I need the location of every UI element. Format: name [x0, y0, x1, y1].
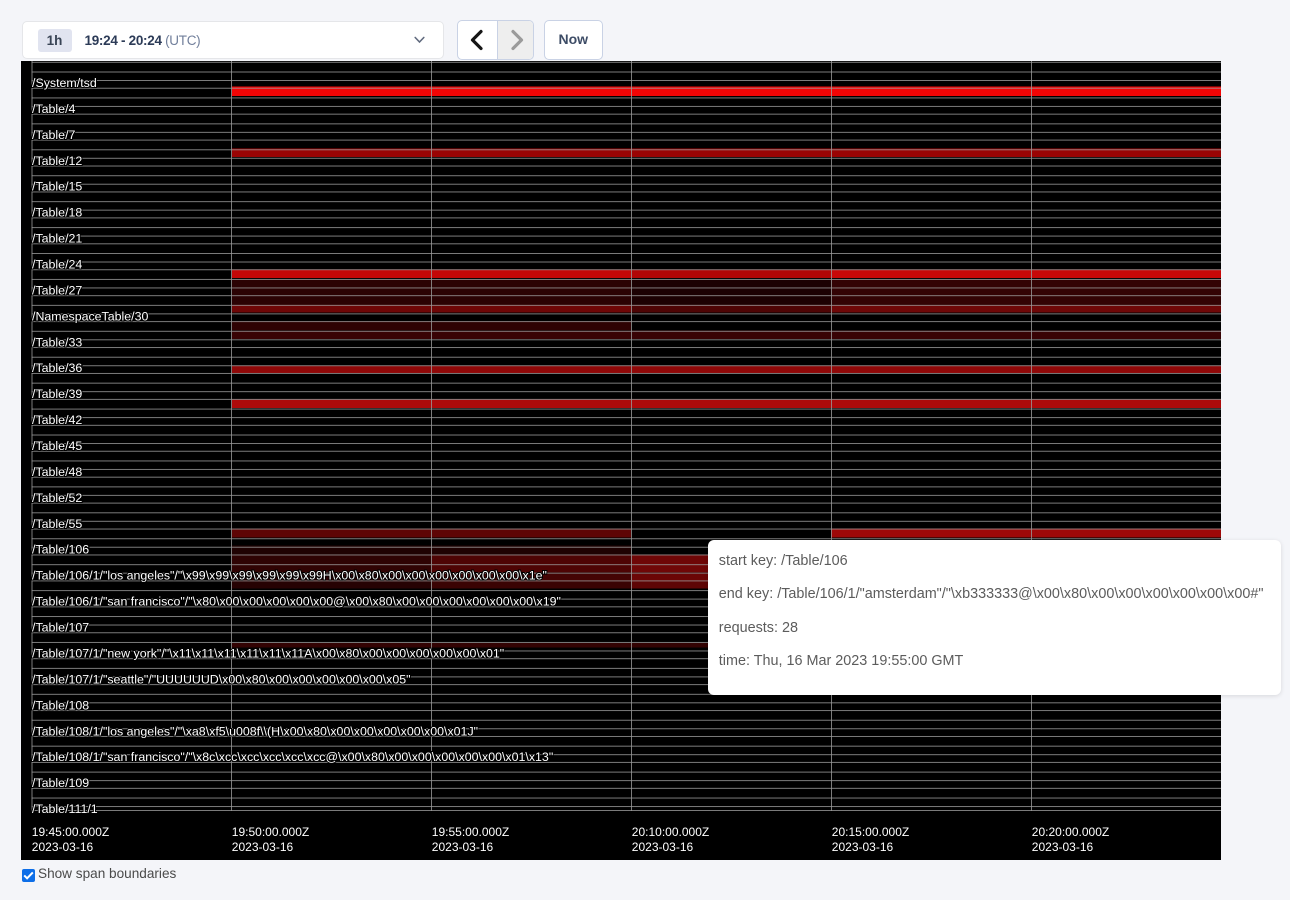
svg-text:/Table/39: /Table/39	[32, 387, 82, 401]
svg-text:2023-03-16: 2023-03-16	[232, 840, 294, 854]
svg-text:/System/tsd: /System/tsd	[32, 76, 97, 90]
svg-text:/Table/18: /Table/18	[32, 206, 82, 220]
svg-text:2023-03-16: 2023-03-16	[1032, 840, 1094, 854]
svg-text:20:15:00.000Z: 20:15:00.000Z	[832, 825, 909, 839]
svg-text:/Table/52: /Table/52	[32, 491, 82, 505]
svg-text:/Table/111/1: /Table/111/1	[32, 802, 98, 816]
svg-text:/Table/4: /Table/4	[32, 102, 76, 116]
svg-text:/Table/36: /Table/36	[32, 361, 82, 375]
svg-text:19:50:00.000Z: 19:50:00.000Z	[232, 825, 309, 839]
svg-text:/Table/107: /Table/107	[32, 621, 89, 635]
svg-text:/Table/107/1/"new york"/"\x11\: /Table/107/1/"new york"/"\x11\x11\x11\x1…	[32, 646, 504, 660]
svg-text:/Table/7: /Table/7	[32, 128, 76, 142]
svg-text:/Table/24: /Table/24	[32, 258, 82, 272]
svg-text:/Table/48: /Table/48	[32, 465, 82, 479]
svg-text:2023-03-16: 2023-03-16	[832, 840, 894, 854]
svg-text:/Table/21: /Table/21	[32, 232, 82, 246]
svg-text:20:10:00.000Z: 20:10:00.000Z	[632, 825, 709, 839]
svg-text:/Table/106/1/"san francisco"/": /Table/106/1/"san francisco"/"\x80\x00\x…	[32, 595, 561, 609]
svg-text:/Table/107/1/"seattle"/"UUUUUU: /Table/107/1/"seattle"/"UUUUUUD\x00\x80\…	[32, 672, 411, 686]
svg-text:/Table/12: /Table/12	[32, 154, 82, 168]
svg-text:19:45:00.000Z: 19:45:00.000Z	[32, 825, 109, 839]
svg-text:/Table/27: /Table/27	[32, 283, 82, 297]
svg-text:/Table/106/1/"los angeles"/"\x: /Table/106/1/"los angeles"/"\x99\x99\x99…	[32, 569, 547, 583]
svg-text:/Table/55: /Table/55	[32, 517, 82, 531]
svg-text:20:20:00.000Z: 20:20:00.000Z	[1032, 825, 1109, 839]
svg-text:2023-03-16: 2023-03-16	[432, 840, 494, 854]
svg-text:/Table/33: /Table/33	[32, 335, 82, 349]
svg-text:/NamespaceTable/30: /NamespaceTable/30	[32, 309, 149, 323]
svg-text:/Table/15: /Table/15	[32, 180, 82, 194]
svg-text:2023-03-16: 2023-03-16	[632, 840, 694, 854]
svg-text:/Table/42: /Table/42	[32, 413, 82, 427]
svg-text:/Table/108/1/"los angeles"/"\x: /Table/108/1/"los angeles"/"\xa8\xf5\u00…	[32, 724, 478, 738]
svg-text:19:55:00.000Z: 19:55:00.000Z	[432, 825, 509, 839]
svg-text:/Table/108: /Table/108	[32, 698, 89, 712]
svg-text:/Table/108/1/"san francisco"/": /Table/108/1/"san francisco"/"\x8c\xcc\x…	[32, 750, 553, 764]
svg-text:/Table/106: /Table/106	[32, 543, 89, 557]
svg-text:/Table/109: /Table/109	[32, 776, 89, 790]
svg-text:2023-03-16: 2023-03-16	[32, 840, 94, 854]
svg-text:/Table/45: /Table/45	[32, 439, 82, 453]
